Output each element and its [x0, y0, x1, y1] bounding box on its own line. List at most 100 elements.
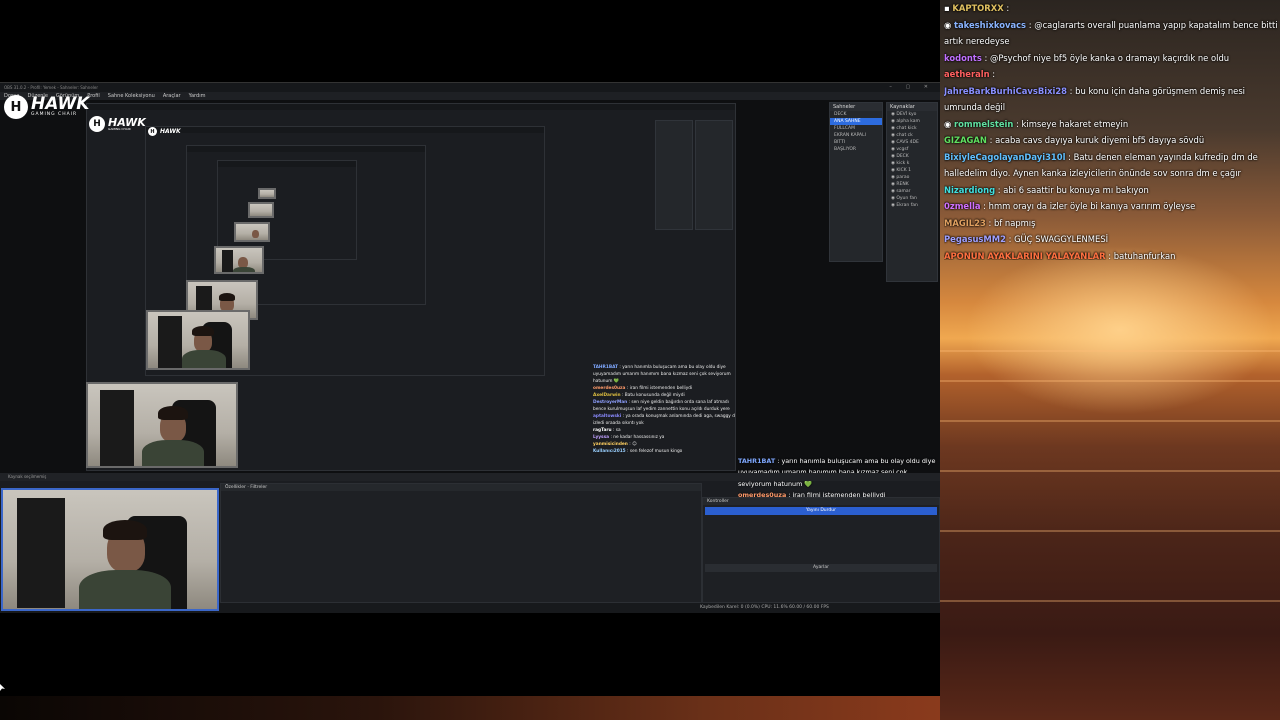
stop-stream-button[interactable]: Yayını Durdur — [705, 507, 937, 515]
chat-message: DestroyerMan : sen niye geldin bağırdın … — [593, 399, 735, 413]
chat-separator: : — [981, 52, 990, 63]
source-item[interactable]: ◉ RENK — [887, 181, 937, 188]
chat-message: aetheraln : — [944, 66, 1278, 83]
chat-username[interactable]: DestroyerMan — [593, 400, 627, 405]
source-item[interactable]: ◉ chat ck — [887, 132, 937, 139]
chat-username[interactable]: Kullanıcı2015 — [593, 449, 626, 454]
chat-username[interactable]: Lyyssa — [593, 435, 609, 440]
chat-message: ragTaru : sa — [593, 427, 735, 434]
hawk-logo-nested: H HAWK GAMING CHAIR — [89, 116, 146, 132]
menu-item[interactable]: Yardım — [189, 92, 206, 100]
chat-message: Nizardiong : abi 6 saattir bu konuya mı … — [944, 182, 1278, 199]
chat-text: sen felezof musun kingo — [629, 449, 683, 454]
chat-separator: : — [989, 69, 996, 79]
source-item[interactable]: ◉ parao — [887, 174, 937, 181]
chat-text: sa — [615, 428, 621, 433]
chat-username[interactable]: BixiyleCagolayanDayi310l — [944, 152, 1065, 162]
chat-text: ne kadar hassassınız ya — [613, 435, 665, 440]
chat-username[interactable]: rommelstein — [954, 119, 1013, 129]
chat-message: APONUN AYAKLARINI YALAYANLAR : batuhanfu… — [944, 248, 1278, 261]
stream-chat-overlay: ▪ KAPTORXX : ◉ takeshixkovacs : @caglara… — [944, 0, 1278, 260]
hawk-logo-name: HAWK — [31, 94, 90, 115]
settings-button[interactable]: Ayarlar — [705, 564, 937, 572]
controls-dock: Kontroller Yayını Durdur Ayarlar — [702, 497, 940, 603]
chat-username[interactable]: omerdes0uza — [593, 386, 625, 391]
chat-separator: : — [1003, 3, 1010, 13]
source-item[interactable]: ◉ CAVS 4DE — [887, 139, 937, 146]
source-item[interactable]: ◉ KICK 1 — [887, 167, 937, 174]
chat-username[interactable]: aptaltowski — [593, 414, 621, 419]
chat-username[interactable]: TAHR1BAT — [593, 365, 618, 370]
scene-item[interactable]: BAŞLIYOR — [830, 146, 882, 153]
chat-message: PegasusMM2 : GÜÇ SWAGGYLENMESİ — [944, 231, 1278, 248]
chat-username[interactable]: ragTaru — [593, 428, 612, 433]
chat-text: hmm orayı da izler öyle bi kanıya varırı… — [988, 201, 1196, 211]
hawk-logo-name: HAWK — [160, 127, 181, 135]
chat-username[interactable]: yanmisicinden — [593, 442, 628, 447]
nested-webcam-main — [146, 310, 250, 370]
chat-username[interactable]: TAHR1BAT — [738, 457, 775, 465]
chat-username[interactable]: takeshixkovacs — [954, 20, 1026, 30]
chat-message: yanmisicinden : ☺ — [593, 441, 735, 448]
chat-username[interactable]: aetheraln — [944, 69, 990, 79]
hawk-logo-tagline: GAMING CHAIR — [108, 127, 131, 131]
chat-message: TAHR1BAT : yarın hanımla buluşucam ama b… — [593, 364, 735, 385]
menu-item[interactable]: Araçlar — [163, 92, 181, 100]
chat-text: Batu konusunda değil miydi — [624, 393, 685, 398]
chat-username[interactable]: KAPTORXX — [952, 3, 1003, 13]
menu-item[interactable]: Sahne Koleksiyonu — [108, 92, 155, 100]
sources-panel-title: Kaynaklar — [887, 103, 937, 111]
chat-username[interactable]: JahreBarkBurhiCavsBixi28 — [944, 86, 1067, 96]
nested-obs-4 — [217, 160, 357, 260]
chat-message: ◉ rommelstein : kimseye hakaret etmeyin — [944, 116, 1278, 133]
chat-username[interactable]: Nizardiong — [944, 185, 995, 195]
obs-preview[interactable]: TAHR1BAT : yarın hanımla buluşucam ama b… — [0, 100, 940, 613]
scenes-panel-title: Sahneler — [830, 103, 882, 111]
chat-message: Kullanıcı2015 : sen felezof musun kingo — [593, 448, 735, 455]
chat-username[interactable]: kodonts — [944, 53, 982, 63]
chat-text: acaba cavs dayıya kuruk diyemi bf5 dayıy… — [995, 135, 1205, 145]
chat-message: omerdes0uza : iran filmi istemenden bell… — [593, 385, 735, 392]
scene-item[interactable]: ANA SAHNE — [830, 118, 882, 125]
chat-text: bf napmış — [993, 217, 1036, 228]
scenes-panel: Sahneler DECK ANA SAHNE FULLCAM EKRAN KAPAL… — [829, 102, 883, 262]
nested-titlebar — [87, 104, 735, 110]
nested-webcam-5 — [258, 188, 276, 199]
obs-title: OBS 31.0.2 - Profil: Yemek - Sahneler: S… — [4, 85, 98, 90]
scene-item[interactable]: BITTI — [830, 139, 882, 146]
source-item[interactable]: ◉ vcgsf — [887, 146, 937, 153]
chat-message: ◉ takeshixkovacs : @caglararts overall p… — [944, 17, 1278, 50]
source-item[interactable]: ◉ DECK — [887, 153, 937, 160]
chat-username[interactable]: MAGIL23 — [944, 218, 986, 228]
scene-item[interactable]: EKRAN KAPALI — [830, 132, 882, 139]
chat-username[interactable]: GIZAGAN — [944, 135, 987, 145]
chat-text: iran filmi istemenden belliydi — [629, 386, 693, 391]
source-item[interactable]: ◉ samar — [887, 188, 937, 195]
scene-item[interactable]: DECK — [830, 111, 882, 118]
chat-message: AxelDarwin : Batu konusunda değil miydi — [593, 392, 735, 399]
chat-separator: : — [1105, 250, 1114, 261]
nested-titlebar — [146, 127, 544, 133]
chat-message: BixiyleCagolayanDayi310l : Batu denen el… — [944, 149, 1278, 182]
obs-titlebar: OBS 31.0.2 - Profil: Yemek - Sahneler: S… — [0, 83, 940, 92]
source-item[interactable]: ◉ chat kick — [887, 125, 937, 132]
chat-username[interactable]: APONUN AYAKLARINI YALAYANLAR — [944, 251, 1106, 261]
chat-username[interactable]: 0zmella — [944, 201, 981, 211]
nested-scenes-panel — [655, 120, 693, 230]
scene-item[interactable]: FULLCAM — [830, 125, 882, 132]
chat-text: GÜÇ SWAGGYLENMESİ — [1014, 234, 1109, 244]
source-item[interactable]: ◉ kick k — [887, 160, 937, 167]
window-controls[interactable]: – ▢ ✕ — [889, 83, 934, 92]
chat-text: batuhanfurkan — [1113, 250, 1176, 261]
chat-username[interactable]: AxelDarwin — [593, 393, 621, 398]
nested-titlebar — [187, 146, 425, 152]
hawk-logo-nested-2: H HAWK — [148, 127, 181, 136]
source-item[interactable]: ◉ alpha kam — [887, 118, 937, 125]
nested-sources-panel — [695, 120, 733, 230]
source-item[interactable]: ◉ DEVİ kyo — [887, 111, 937, 118]
chat-message: MAGIL23 : bf napmış — [944, 215, 1278, 232]
chat-username[interactable]: PegasusMM2 — [944, 234, 1006, 244]
source-item[interactable]: ◉ Oyun fan — [887, 195, 937, 202]
source-item[interactable]: ◉ Ekran fan — [887, 202, 937, 209]
facecam — [1, 488, 219, 611]
